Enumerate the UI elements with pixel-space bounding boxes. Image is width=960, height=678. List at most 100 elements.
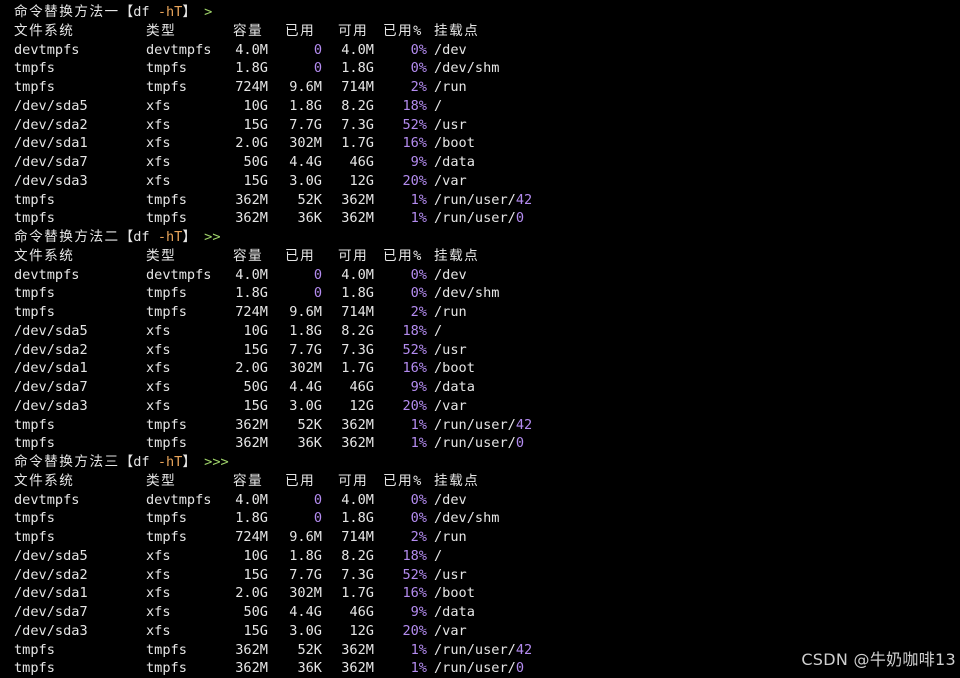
cell-use-percent: 20% — [402, 172, 427, 189]
cell-filesystem: tmpfs — [14, 60, 55, 77]
header-mount: 挂载点 — [434, 472, 480, 489]
cell-avail: 4.0M — [341, 41, 374, 58]
table-row: /dev/sda3 xfs 15G 3.0G 12G 20% /var — [14, 172, 960, 191]
cell-type: tmpfs — [146, 416, 187, 433]
cell-use-percent: 0% — [410, 60, 427, 77]
cell-avail: 362M — [341, 210, 374, 227]
cell-mount: /usr — [434, 341, 467, 358]
cell-size: 724M — [235, 304, 268, 320]
cell-mount: /dev — [434, 41, 467, 58]
cell-type: xfs — [146, 360, 171, 377]
cell-size: 1.8G — [235, 60, 268, 77]
bracket-open: 【 — [119, 229, 134, 245]
cell-mount: /data — [434, 604, 475, 620]
bracket-open: 【 — [119, 4, 134, 20]
cell-mount: /var — [434, 622, 467, 639]
cell-use-percent: 1% — [410, 210, 427, 227]
cell-type: xfs — [146, 322, 171, 339]
cell-filesystem: tmpfs — [14, 416, 55, 433]
cell-used: 9.6M — [289, 529, 322, 545]
table-row: /dev/sda2 xfs 15G 7.7G 7.3G 52% /usr — [14, 116, 960, 135]
cell-type: xfs — [146, 97, 171, 114]
cell-used: 52K — [297, 191, 322, 208]
header-mount: 挂载点 — [434, 22, 480, 39]
cell-use-percent: 16% — [402, 585, 427, 602]
header-used: 已用 — [285, 472, 316, 489]
table-row: /dev/sda3 xfs 15G 3.0G 12G 20% /var — [14, 397, 960, 416]
cell-filesystem: tmpfs — [14, 191, 55, 208]
cell-used: 0 — [313, 285, 322, 302]
cell-type: tmpfs — [146, 60, 187, 77]
cell-filesystem: devtmpfs — [14, 266, 80, 283]
cell-size: 724M — [235, 529, 268, 545]
cell-filesystem: /dev/sda1 — [14, 135, 88, 152]
cell-avail: 362M — [341, 641, 374, 658]
cell-filesystem: devtmpfs — [14, 491, 80, 508]
header-type: 类型 — [146, 472, 177, 489]
cell-type: xfs — [146, 379, 171, 395]
cell-mount: /dev/shm — [434, 510, 500, 527]
command-title: 命令替换方法三 — [14, 454, 120, 470]
cell-avail: 46G — [349, 154, 374, 170]
cell-type: devtmpfs — [146, 41, 212, 58]
table-row: tmpfs tmpfs 1.8G 0 1.8G 0% /dev/shm — [14, 509, 960, 528]
header-filesystem: 文件系统 — [14, 22, 75, 39]
cell-size: 10G — [243, 97, 268, 114]
cell-use-percent: 2% — [410, 304, 427, 320]
cell-mount: /boot — [434, 360, 475, 377]
table-row: tmpfs tmpfs 724M 9.6M 714M 2% /run — [14, 78, 960, 97]
cell-size: 50G — [243, 604, 268, 620]
cell-type: xfs — [146, 604, 171, 620]
cell-mount: /run — [434, 79, 467, 95]
cell-avail: 714M — [341, 529, 374, 545]
header-used: 已用 — [285, 22, 316, 39]
cell-mount: / — [434, 547, 443, 564]
mount-uid: 42 — [515, 191, 533, 208]
cell-used: 36K — [297, 435, 322, 452]
cell-filesystem: /dev/sda5 — [14, 322, 88, 339]
header-type: 类型 — [146, 22, 177, 39]
cell-used: 0 — [313, 41, 322, 58]
header-filesystem: 文件系统 — [14, 472, 75, 489]
command-line: 命令替换方法一【df -hT】 > — [14, 3, 960, 22]
cell-use-percent: 20% — [402, 397, 427, 414]
cell-size: 4.0M — [235, 266, 268, 283]
cell-mount: /dev/shm — [434, 60, 500, 77]
cell-filesystem: tmpfs — [14, 79, 55, 95]
cell-type: xfs — [146, 135, 171, 152]
cell-mount: /data — [434, 379, 475, 395]
prompt-symbol: >>> — [204, 454, 229, 470]
cell-type: xfs — [146, 341, 171, 358]
cell-avail: 1.8G — [341, 60, 374, 77]
cell-size: 4.0M — [235, 41, 268, 58]
cell-size: 362M — [235, 416, 268, 433]
cell-filesystem: /dev/sda5 — [14, 97, 88, 114]
cell-mount: /data — [434, 154, 475, 170]
cell-use-percent: 0% — [410, 510, 427, 527]
table-row: tmpfs tmpfs 724M 9.6M 714M 2% /run — [14, 303, 960, 322]
cell-type: xfs — [146, 116, 171, 133]
cell-used: 52K — [297, 416, 322, 433]
cell-filesystem: tmpfs — [14, 529, 55, 545]
cell-filesystem: /dev/sda3 — [14, 397, 88, 414]
cell-type: xfs — [146, 585, 171, 602]
cell-filesystem: /dev/sda5 — [14, 547, 88, 564]
command-title: 命令替换方法二 — [14, 229, 120, 245]
cell-type: tmpfs — [146, 285, 187, 302]
cell-size: 15G — [243, 116, 268, 133]
table-row: tmpfs tmpfs 362M 36K 362M 1% /run/user/0 — [14, 209, 960, 228]
table-row: /dev/sda7 xfs 50G 4.4G 46G 9% /data — [14, 378, 960, 397]
header-filesystem: 文件系统 — [14, 247, 75, 264]
table-row: /dev/sda5 xfs 10G 1.8G 8.2G 18% / — [14, 97, 960, 116]
cell-use-percent: 18% — [402, 97, 427, 114]
terminal-output[interactable]: 命令替换方法一【df -hT】 > 文件系统 类型 容量 已用 可用 已用% 挂载点 devtm… — [14, 3, 960, 678]
cell-filesystem: /dev/sda7 — [14, 604, 88, 620]
cell-filesystem: tmpfs — [14, 641, 55, 658]
header-avail: 可用 — [338, 472, 369, 489]
cell-use-percent: 2% — [410, 529, 427, 545]
cell-type: tmpfs — [146, 529, 187, 545]
cell-use-percent: 52% — [402, 116, 427, 133]
cell-size: 362M — [235, 435, 268, 452]
cell-type: tmpfs — [146, 210, 187, 227]
cell-size: 1.8G — [235, 285, 268, 302]
